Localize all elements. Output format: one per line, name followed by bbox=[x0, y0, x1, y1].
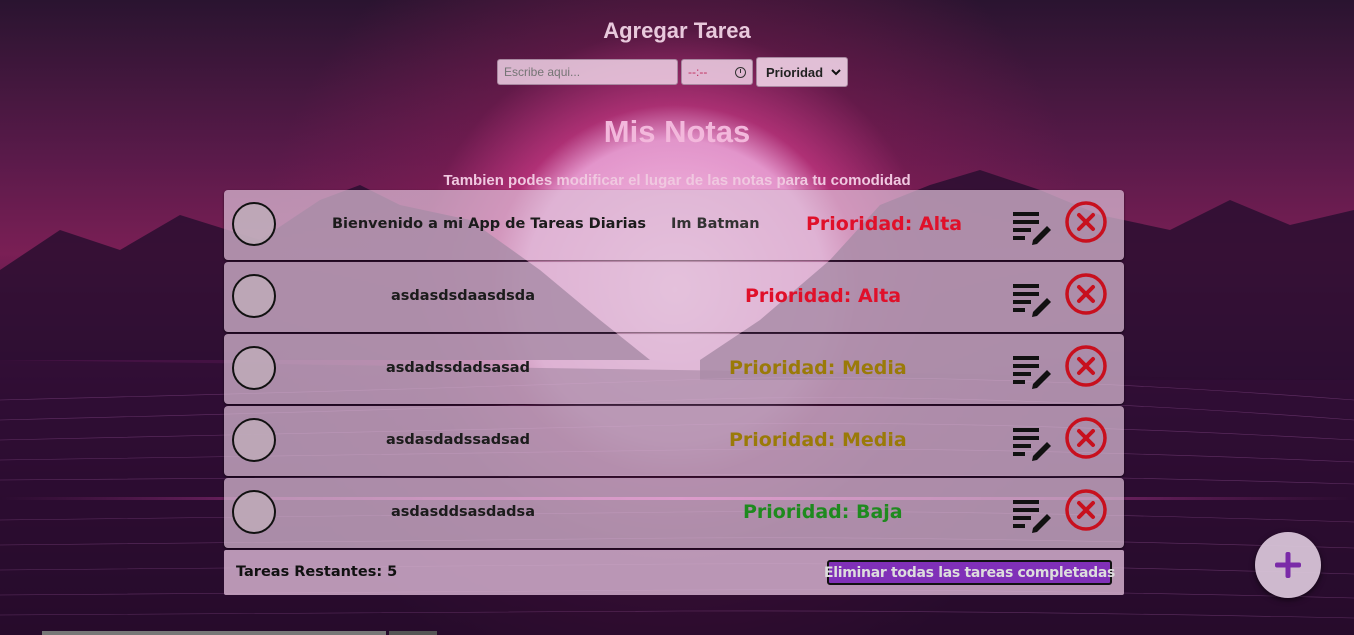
clock-icon bbox=[735, 66, 746, 78]
edit-icon[interactable] bbox=[1011, 278, 1053, 318]
note-item[interactable]: Bienvenido a mi App de Tareas Diarias Im… bbox=[224, 190, 1124, 260]
note-text: asdasdadssadsad bbox=[386, 432, 530, 448]
scrollbar-segment bbox=[389, 631, 437, 635]
delete-icon[interactable] bbox=[1064, 272, 1108, 316]
note-author: Im Batman bbox=[671, 216, 760, 232]
time-input[interactable]: --:-- bbox=[681, 59, 753, 85]
remaining-count: Tareas Restantes: 5 bbox=[236, 564, 398, 580]
delete-icon[interactable] bbox=[1064, 200, 1108, 244]
note-item[interactable]: asdasdadssadsad Prioridad: Media bbox=[224, 406, 1124, 476]
edit-icon[interactable] bbox=[1011, 422, 1053, 462]
add-button[interactable] bbox=[1255, 532, 1321, 598]
notes-subtitle: Tambien podes modificar el lugar de las … bbox=[443, 172, 911, 189]
clear-completed-button[interactable]: Eliminar todas las tareas completadas bbox=[824, 560, 1115, 585]
note-item[interactable]: asdasdsdaasdsda Prioridad: Alta bbox=[224, 262, 1124, 332]
complete-checkbox[interactable] bbox=[232, 274, 276, 318]
complete-checkbox[interactable] bbox=[232, 418, 276, 462]
complete-checkbox[interactable] bbox=[232, 490, 276, 534]
note-text: Bienvenido a mi App de Tareas Diarias bbox=[332, 216, 646, 232]
note-text: asdadssdadsasad bbox=[386, 360, 530, 376]
note-item[interactable]: asdasddsasdadsa Prioridad: Baja bbox=[224, 478, 1124, 548]
delete-icon[interactable] bbox=[1064, 416, 1108, 460]
note-priority: Prioridad: Baja bbox=[743, 501, 903, 523]
note-priority: Prioridad: Media bbox=[729, 429, 907, 451]
note-priority: Prioridad: Alta bbox=[745, 285, 902, 307]
note-item[interactable]: asdadssdadsasad Prioridad: Media bbox=[224, 334, 1124, 404]
notes-list: Bienvenido a mi App de Tareas Diarias Im… bbox=[224, 190, 1124, 595]
add-task-title: Agregar Tarea bbox=[603, 18, 751, 43]
complete-checkbox[interactable] bbox=[232, 346, 276, 390]
task-input[interactable] bbox=[497, 59, 678, 85]
priority-select-value: Prioridad bbox=[766, 64, 824, 80]
note-text: asdasddsasdadsa bbox=[391, 504, 535, 520]
edit-icon[interactable] bbox=[1011, 494, 1053, 534]
note-text: asdasdsdaasdsda bbox=[391, 288, 535, 304]
note-priority: Prioridad: Alta bbox=[806, 213, 963, 235]
edit-icon[interactable] bbox=[1011, 350, 1053, 390]
notes-title: Mis Notas bbox=[603, 114, 751, 149]
note-priority: Prioridad: Media bbox=[729, 357, 907, 379]
notes-footer: Tareas Restantes: 5 Eliminar todas las t… bbox=[224, 550, 1124, 595]
add-task-form: --:-- Prioridad bbox=[497, 57, 848, 87]
time-placeholder: --:-- bbox=[688, 65, 708, 79]
priority-select[interactable]: Prioridad bbox=[756, 57, 848, 87]
edit-icon[interactable] bbox=[1011, 206, 1053, 246]
chevron-down-icon bbox=[831, 69, 841, 76]
horizontal-scrollbar[interactable] bbox=[42, 631, 386, 635]
delete-icon[interactable] bbox=[1064, 344, 1108, 388]
delete-icon[interactable] bbox=[1064, 488, 1108, 532]
plus-icon bbox=[1275, 552, 1301, 578]
complete-checkbox[interactable] bbox=[232, 202, 276, 246]
